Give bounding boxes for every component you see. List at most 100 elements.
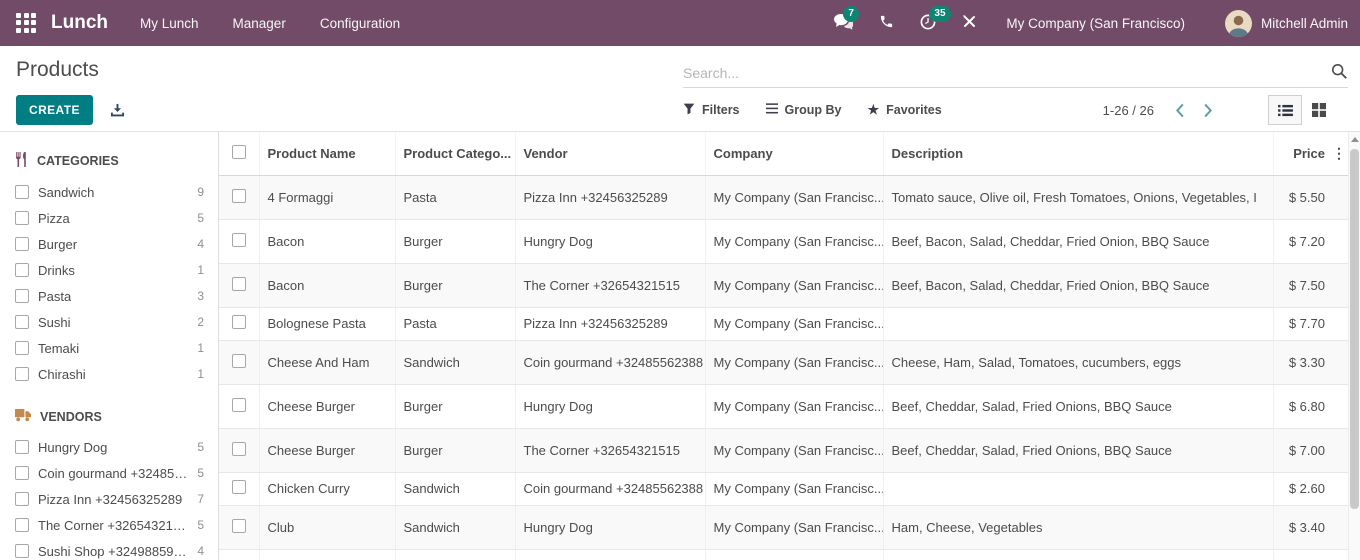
- cell-product-category[interactable]: Burger: [395, 384, 515, 428]
- cell-price[interactable]: $ 7.00: [1273, 428, 1330, 472]
- sidebar-item-chirashi[interactable]: Chirashi 1: [0, 361, 218, 387]
- menu-configuration[interactable]: Configuration: [320, 16, 400, 31]
- column-description[interactable]: Description: [883, 132, 1273, 175]
- table-row[interactable]: Cheese And Ham Sandwich Coin gourmand +3…: [219, 340, 1348, 384]
- cell-vendor[interactable]: Hungry Dog: [515, 219, 705, 263]
- menu-my-lunch[interactable]: My Lunch: [140, 16, 199, 31]
- cell-price[interactable]: $ 7.70: [1273, 307, 1330, 340]
- phone-button[interactable]: [872, 10, 901, 36]
- sidebar-item-sushi[interactable]: Sushi 2: [0, 309, 218, 335]
- cell-product-name[interactable]: Bacon: [259, 219, 395, 263]
- row-checkbox[interactable]: [232, 480, 246, 494]
- cell-vendor[interactable]: Coin gourmand +32485562388: [515, 472, 705, 505]
- cell-product-name[interactable]: Bolognese Pasta: [259, 307, 395, 340]
- filter-checkbox[interactable]: [15, 440, 29, 454]
- cell-company[interactable]: My Company (San Francisc...: [705, 472, 883, 505]
- scrollbar-thumb[interactable]: [1350, 149, 1359, 509]
- tools-button[interactable]: [955, 10, 984, 36]
- row-checkbox[interactable]: [232, 233, 246, 247]
- column-product-category[interactable]: Product Catego...: [395, 132, 515, 175]
- sidebar-item-hungry-dog[interactable]: Hungry Dog 5: [0, 434, 218, 460]
- cell-product-name[interactable]: 4 Formaggi: [259, 175, 395, 219]
- table-row[interactable]: Bacon Burger Hungry Dog My Company (San …: [219, 219, 1348, 263]
- filter-checkbox[interactable]: [15, 315, 29, 329]
- cell-description[interactable]: Beef, Cheddar, Salad, Fried Onions, BBQ …: [883, 384, 1273, 428]
- column-vendor[interactable]: Vendor: [515, 132, 705, 175]
- avatar[interactable]: [1225, 10, 1252, 37]
- table-row[interactable]: Cheese Burger Burger Hungry Dog My Compa…: [219, 384, 1348, 428]
- table-row[interactable]: Cheese Burger Burger The Corner +3265432…: [219, 428, 1348, 472]
- filter-checkbox[interactable]: [15, 263, 29, 277]
- cell-company[interactable]: My Company (San Francisc...: [705, 505, 883, 549]
- column-product-name[interactable]: Product Name: [259, 132, 395, 175]
- filter-checkbox[interactable]: [15, 185, 29, 199]
- vertical-scrollbar[interactable]: [1348, 132, 1360, 560]
- filter-checkbox[interactable]: [15, 341, 29, 355]
- cell-price[interactable]: $ 2.60: [1273, 472, 1330, 505]
- group-by-button[interactable]: Group By: [766, 103, 842, 117]
- cell-product-name[interactable]: Chicken Curry: [259, 472, 395, 505]
- cell-price[interactable]: $ 6.80: [1273, 384, 1330, 428]
- pager-next-icon[interactable]: [1197, 100, 1220, 121]
- filter-checkbox[interactable]: [15, 237, 29, 251]
- cell-vendor[interactable]: The Corner +32654321515: [515, 263, 705, 307]
- cell-vendor[interactable]: Coin gourmand +32485562388: [515, 340, 705, 384]
- cell-company[interactable]: My Company (San Francisc...: [705, 428, 883, 472]
- filter-checkbox[interactable]: [15, 492, 29, 506]
- scroll-up-arrow-icon[interactable]: [1349, 132, 1360, 147]
- sidebar-item-burger[interactable]: Burger 4: [0, 231, 218, 257]
- row-checkbox[interactable]: [232, 315, 246, 329]
- user-menu[interactable]: Mitchell Admin: [1261, 16, 1348, 31]
- cell-description[interactable]: [883, 472, 1273, 505]
- cell-price[interactable]: $ 3.30: [1273, 340, 1330, 384]
- pager-previous-icon[interactable]: [1168, 100, 1191, 121]
- cell-description[interactable]: Ham, Cheese, Vegetables: [883, 505, 1273, 549]
- column-price[interactable]: Price: [1273, 132, 1330, 175]
- optional-columns-icon[interactable]: ⋮: [1332, 145, 1346, 161]
- cell-description[interactable]: Beef, Cheddar, Salad, Fried Onions, BBQ …: [883, 428, 1273, 472]
- cell-company[interactable]: My Company (San Francisc...: [705, 263, 883, 307]
- sidebar-item-drinks[interactable]: Drinks 1: [0, 257, 218, 283]
- cell-company[interactable]: My Company (San Francisc...: [705, 307, 883, 340]
- cell-vendor[interactable]: Hungry Dog: [515, 384, 705, 428]
- cell-product-name[interactable]: Cheese Burger: [259, 384, 395, 428]
- cell-product-name[interactable]: Club: [259, 505, 395, 549]
- cell-product-name[interactable]: Bacon: [259, 263, 395, 307]
- filter-checkbox[interactable]: [15, 367, 29, 381]
- cell-vendor[interactable]: Pizza Inn +32456325289: [515, 307, 705, 340]
- cell-description[interactable]: Beef, Bacon, Salad, Cheddar, Fried Onion…: [883, 219, 1273, 263]
- cell-product-category[interactable]: Pasta: [395, 175, 515, 219]
- activities-button[interactable]: 35: [913, 10, 943, 37]
- menu-manager[interactable]: Manager: [233, 16, 286, 31]
- cell-product-category[interactable]: Burger: [395, 219, 515, 263]
- row-checkbox[interactable]: [232, 277, 246, 291]
- select-all-checkbox[interactable]: [232, 145, 246, 159]
- cell-price[interactable]: $ 5.50: [1273, 175, 1330, 219]
- list-view-button[interactable]: [1268, 95, 1302, 125]
- kanban-view-button[interactable]: [1302, 95, 1336, 125]
- table-row[interactable]: Club Sandwich Hungry Dog My Company (San…: [219, 505, 1348, 549]
- row-checkbox[interactable]: [232, 398, 246, 412]
- row-checkbox[interactable]: [232, 519, 246, 533]
- table-row[interactable]: 4 Formaggi Pasta Pizza Inn +32456325289 …: [219, 175, 1348, 219]
- cell-vendor[interactable]: Pizza Inn +32456325289: [515, 175, 705, 219]
- table-row[interactable]: Bacon Burger The Corner +32654321515 My …: [219, 263, 1348, 307]
- cell-price[interactable]: $ 7.20: [1273, 219, 1330, 263]
- create-button[interactable]: CREATE: [16, 95, 93, 125]
- sidebar-item-sandwich[interactable]: Sandwich 9: [0, 179, 218, 205]
- row-checkbox[interactable]: [232, 354, 246, 368]
- sidebar-item-pizza-inn-32456325289[interactable]: Pizza Inn +32456325289 7: [0, 486, 218, 512]
- filter-checkbox[interactable]: [15, 544, 29, 558]
- table-row[interactable]: Bolognese Pasta Pasta Pizza Inn +3245632…: [219, 307, 1348, 340]
- cell-product-name[interactable]: Cheese And Ham: [259, 340, 395, 384]
- sidebar-item-pasta[interactable]: Pasta 3: [0, 283, 218, 309]
- cell-company[interactable]: My Company (San Francisc...: [705, 384, 883, 428]
- cell-company[interactable]: My Company (San Francisc...: [705, 219, 883, 263]
- messages-button[interactable]: 7: [827, 10, 860, 37]
- sidebar-item-temaki[interactable]: Temaki 1: [0, 335, 218, 361]
- cell-description[interactable]: [883, 307, 1273, 340]
- cell-product-category[interactable]: Pasta: [395, 307, 515, 340]
- company-switcher[interactable]: My Company (San Francisco): [1006, 16, 1185, 31]
- cell-product-category[interactable]: Sandwich: [395, 505, 515, 549]
- filter-checkbox[interactable]: [15, 289, 29, 303]
